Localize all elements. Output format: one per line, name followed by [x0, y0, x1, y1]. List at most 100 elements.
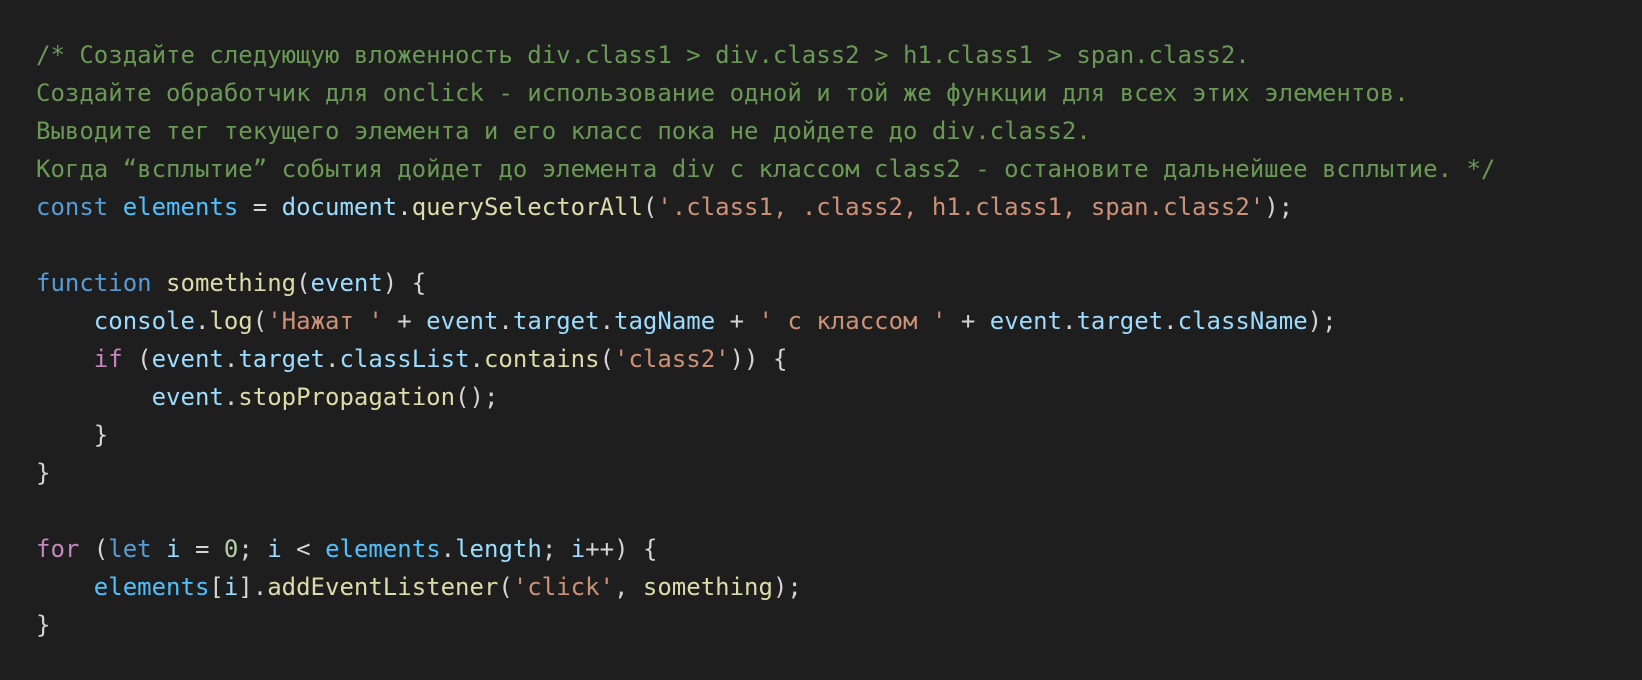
code-token-punct: < [281, 535, 326, 563]
code-line: Выводите тег текущего элемента и его кла… [36, 112, 1642, 150]
code-token-string: 'click' [512, 573, 614, 601]
code-token-punct: ( [498, 573, 513, 601]
code-token-const: elements [122, 193, 239, 221]
code-token-punct: = [180, 535, 224, 563]
code-token-punct: ( [642, 193, 658, 221]
code-line: for (let i = 0; i < elements.length; i++… [36, 530, 1642, 568]
code-token-var: console [93, 307, 195, 335]
code-token-punct: ( [296, 269, 311, 297]
code-token-var: i [570, 535, 586, 563]
code-line: Создайте обработчик для onclick - исполь… [36, 74, 1642, 112]
code-token-comment: /* Создайте следующую вложенность div.cl… [36, 41, 1250, 69]
code-token-punct: + [715, 307, 759, 335]
code-token-func: something [166, 269, 297, 297]
code-token-control: for [36, 535, 80, 563]
code-line: console.log('Нажат ' + event.target.tagN… [36, 302, 1642, 340]
code-token-var: classList [339, 345, 470, 373]
code-line: elements[i].addEventListener('click', so… [36, 568, 1642, 606]
code-line: Когда “всплытие” события дойдет до элеме… [36, 150, 1642, 188]
code-token-punct [152, 535, 166, 563]
code-line: } [36, 606, 1642, 644]
code-token-punct: + [382, 307, 427, 335]
code-token-string: 'class2' [614, 345, 730, 373]
code-token-var: i [223, 573, 239, 601]
code-token-control: if [93, 345, 123, 373]
code-token-punct: . [498, 307, 513, 335]
code-token-punct: ( [252, 307, 268, 335]
code-token-punct: [ [209, 573, 224, 601]
code-token-const: elements [325, 535, 441, 563]
code-token-func: stopPropagation [238, 383, 456, 411]
code-token-punct: )) { [729, 345, 788, 373]
code-token-punct: , [614, 573, 643, 601]
code-token-punct: ( [599, 345, 615, 373]
code-token-keyword: let [108, 535, 152, 563]
code-token-punct: ]. [238, 573, 268, 601]
code-token-comment: Когда “всплытие” события дойдет до элеме… [36, 155, 1496, 183]
code-token-var: event [151, 345, 224, 373]
code-token-punct: } [36, 611, 51, 639]
code-token-string: '.class1, .class2, h1.class1, span.class… [657, 193, 1265, 221]
code-token-punct: ( [79, 535, 109, 563]
code-token-punct: . [397, 193, 412, 221]
code-token-punct [36, 307, 94, 335]
code-token-punct [108, 193, 122, 221]
code-token-punct: ); [772, 573, 802, 601]
code-token-punct: . [194, 307, 210, 335]
code-token-var: event [989, 307, 1062, 335]
code-token-punct: . [223, 345, 239, 373]
code-token-const: elements [93, 573, 210, 601]
code-block[interactable]: /* Создайте следующую вложенность div.cl… [36, 36, 1642, 644]
code-token-var: event [151, 383, 224, 411]
code-token-var: length [455, 535, 542, 563]
code-token-func: log [209, 307, 253, 335]
code-token-punct: ) { [382, 269, 427, 297]
code-token-comment: Выводите тег текущего элемента и его кла… [36, 117, 1091, 145]
code-token-punct: ); [1264, 193, 1294, 221]
code-token-punct: . [1163, 307, 1178, 335]
code-token-punct [152, 269, 166, 297]
code-token-punct [36, 573, 94, 601]
code-token-func: addEventListener [267, 573, 499, 601]
code-token-punct: ( [122, 345, 152, 373]
code-token-var: event [310, 269, 383, 297]
code-token-string: 'Нажат ' [267, 307, 383, 335]
code-token-punct: . [325, 345, 340, 373]
code-token-punct: . [223, 383, 239, 411]
code-line: } [36, 416, 1642, 454]
code-line: function something(event) { [36, 264, 1642, 302]
code-token-punct [36, 345, 94, 373]
code-token-var: target [512, 307, 600, 335]
code-token-punct: ; [238, 535, 268, 563]
code-token-func: something [642, 573, 773, 601]
code-token-punct: . [1062, 307, 1077, 335]
code-token-punct: } [36, 421, 109, 449]
code-line: event.stopPropagation(); [36, 378, 1642, 416]
code-token-var: i [166, 535, 181, 563]
code-token-keyword: function [36, 269, 152, 297]
code-token-keyword: const [36, 193, 109, 221]
code-token-punct [36, 383, 152, 411]
code-token-var: target [238, 345, 326, 373]
code-token-punct: ); [1307, 307, 1337, 335]
code-token-var: event [426, 307, 499, 335]
code-line: } [36, 454, 1642, 492]
code-token-var: tagName [614, 307, 716, 335]
code-token-number: 0 [223, 535, 239, 563]
code-token-var: document [281, 193, 398, 221]
code-token-punct: } [36, 459, 51, 487]
code-token-punct: ++) { [585, 535, 658, 563]
code-token-punct: ; [541, 535, 571, 563]
code-editor[interactable]: /* Создайте следующую вложенность div.cl… [0, 0, 1642, 680]
code-token-punct: (); [455, 383, 499, 411]
code-token-punct: + [946, 307, 990, 335]
code-token-string: ' с классом ' [758, 307, 947, 335]
code-token-punct: . [440, 535, 456, 563]
code-line: const elements = document.querySelectorA… [36, 188, 1642, 226]
code-token-var: i [267, 535, 282, 563]
code-token-punct: . [469, 345, 484, 373]
code-token-comment: Создайте обработчик для onclick - исполь… [36, 79, 1409, 107]
code-token-punct: = [238, 193, 282, 221]
